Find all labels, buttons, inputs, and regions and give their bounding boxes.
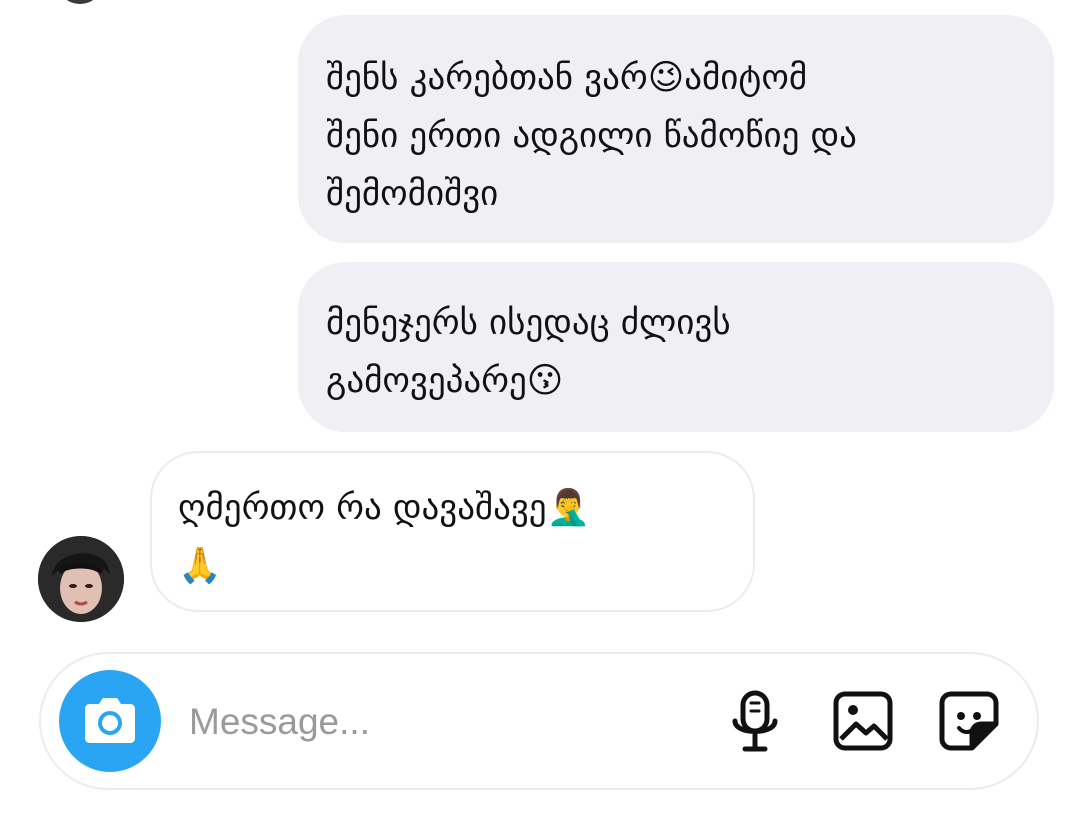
received-message-bubble[interactable]: ღმერთო რა დავაშავე🤦‍♂️ 🙏 — [150, 451, 755, 612]
camera-icon — [85, 698, 135, 743]
contact-avatar-image — [38, 536, 124, 622]
contact-avatar[interactable] — [38, 536, 124, 622]
previous-avatar-edge — [58, 0, 102, 4]
sent-message-bubble[interactable]: შენს კარებთან ვარ😉ამიტომ შენი ერთი ადგილ… — [298, 15, 1054, 243]
message-composer — [39, 652, 1039, 790]
gallery-button[interactable] — [831, 689, 895, 753]
voice-message-button[interactable] — [723, 689, 787, 753]
sticker-icon — [939, 691, 999, 751]
message-input[interactable] — [189, 694, 689, 750]
image-gallery-icon — [833, 691, 893, 751]
microphone-icon — [732, 690, 778, 752]
camera-button[interactable] — [59, 670, 161, 772]
sent-message-bubble[interactable]: მენეჯერს ისედაც ძლივს გამოვეპარე😗 — [298, 262, 1054, 432]
sticker-button[interactable] — [937, 689, 1001, 753]
